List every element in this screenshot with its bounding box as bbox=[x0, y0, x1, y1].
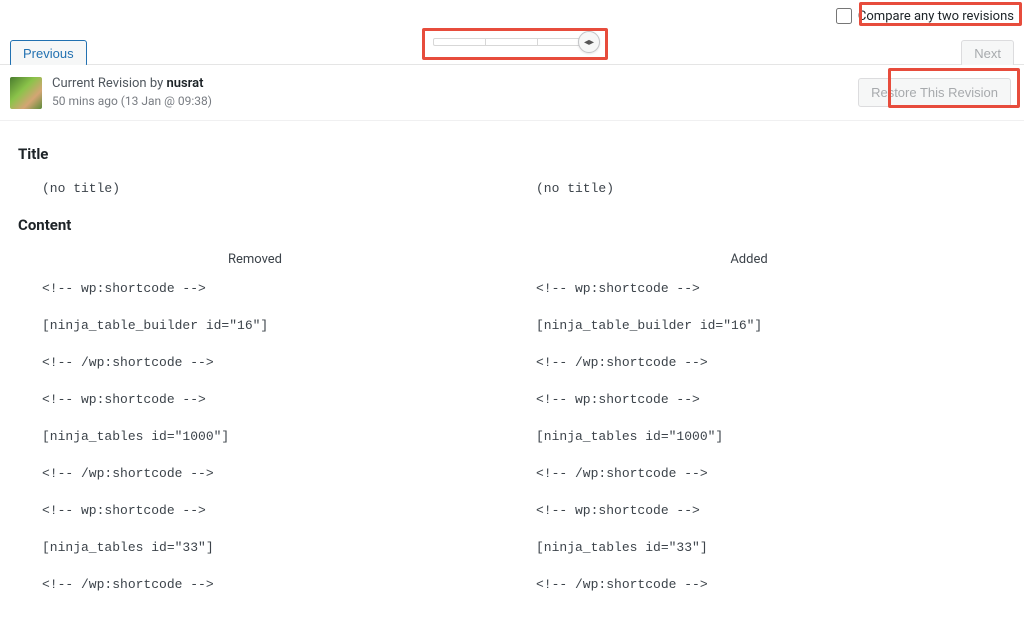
code-line: <!-- /wp:shortcode --> bbox=[512, 466, 986, 481]
annotation-box bbox=[422, 28, 608, 60]
added-label: Added bbox=[512, 252, 986, 267]
content-col-headers: Removed Added bbox=[18, 252, 1006, 281]
revision-author-line: Current Revision by nusrat bbox=[52, 75, 212, 93]
annotation-box bbox=[888, 68, 1020, 108]
code-line: <!-- /wp:shortcode --> bbox=[512, 355, 986, 370]
revision-time-rel: 50 mins ago bbox=[52, 94, 118, 108]
code-line: <!-- wp:shortcode --> bbox=[512, 392, 986, 407]
code-line: <!-- /wp:shortcode --> bbox=[18, 466, 492, 481]
code-line: <!-- wp:shortcode --> bbox=[18, 392, 492, 407]
revision-time-line: 50 mins ago (13 Jan @ 09:38) bbox=[52, 93, 212, 110]
compare-checkbox[interactable] bbox=[836, 8, 852, 24]
revision-time-abs: (13 Jan @ 09:38) bbox=[118, 94, 212, 108]
content-col-removed: <!-- wp:shortcode --> [ninja_table_builde… bbox=[18, 281, 512, 614]
code-line: <!-- wp:shortcode --> bbox=[512, 281, 986, 296]
code-line: <!-- wp:shortcode --> bbox=[18, 281, 492, 296]
next-button: Next bbox=[961, 40, 1014, 67]
code-line: [ninja_tables id="1000"] bbox=[18, 429, 492, 444]
revision-author-prefix: Current Revision by bbox=[52, 76, 166, 91]
revision-author-name: nusrat bbox=[166, 76, 203, 91]
title-col-right: (no title) bbox=[512, 181, 1006, 204]
code-line: [ninja_tables id="33"] bbox=[18, 540, 492, 555]
code-line: <!-- /wp:shortcode --> bbox=[18, 577, 492, 592]
content-diff: <!-- wp:shortcode --> [ninja_table_builde… bbox=[18, 281, 1006, 614]
title-heading: Title bbox=[18, 145, 1006, 163]
code-line: [ninja_tables id="1000"] bbox=[512, 429, 986, 444]
avatar bbox=[10, 77, 42, 109]
title-diff: (no title) (no title) bbox=[18, 181, 1006, 204]
title-left-value: (no title) bbox=[18, 181, 492, 196]
previous-button[interactable]: Previous bbox=[10, 40, 87, 67]
code-line: <!-- wp:shortcode --> bbox=[18, 503, 492, 518]
revision-meta: Current Revision by nusrat 50 mins ago (… bbox=[0, 65, 1024, 121]
code-line: <!-- /wp:shortcode --> bbox=[18, 355, 492, 370]
code-line: <!-- /wp:shortcode --> bbox=[512, 577, 986, 592]
removed-label: Removed bbox=[18, 252, 492, 267]
title-col-left: (no title) bbox=[18, 181, 512, 204]
content-heading: Content bbox=[18, 216, 1006, 234]
content-col-added: <!-- wp:shortcode --> [ninja_table_builde… bbox=[512, 281, 1006, 614]
code-line: [ninja_table_builder id="16"] bbox=[512, 318, 986, 333]
title-right-value: (no title) bbox=[512, 181, 986, 196]
code-line: [ninja_table_builder id="16"] bbox=[18, 318, 492, 333]
revision-meta-text: Current Revision by nusrat 50 mins ago (… bbox=[52, 75, 212, 110]
diff-area: Title (no title) (no title) Content Remo… bbox=[0, 121, 1024, 626]
annotation-box bbox=[859, 2, 1022, 26]
code-line: <!-- wp:shortcode --> bbox=[512, 503, 986, 518]
code-line: [ninja_tables id="33"] bbox=[512, 540, 986, 555]
